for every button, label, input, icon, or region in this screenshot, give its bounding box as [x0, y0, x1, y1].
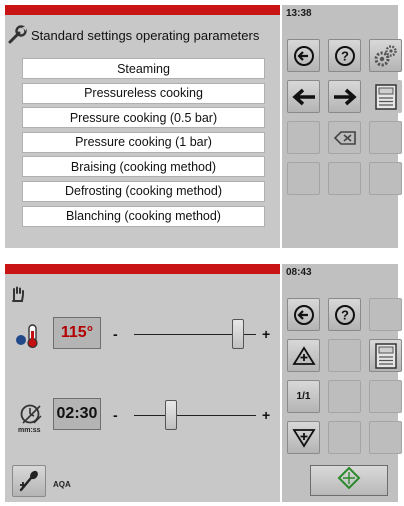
back-button[interactable]	[287, 298, 320, 331]
empty-slot	[328, 380, 361, 413]
duration-increase[interactable]: +	[262, 407, 270, 423]
duration-slider-handle[interactable]	[164, 400, 177, 430]
arrow-left-icon	[291, 87, 317, 107]
temperature-increase[interactable]: +	[262, 326, 270, 342]
next-button[interactable]	[328, 80, 361, 113]
temperature-value-text: 115°	[60, 324, 94, 341]
menu-item-pressure-cooking-05-bar[interactable]: Pressure cooking (0.5 bar)	[22, 107, 265, 129]
start-button[interactable]	[310, 465, 388, 496]
empty-slot	[369, 380, 402, 413]
help-button[interactable]: ?	[328, 39, 361, 72]
probe-label: AQA	[53, 480, 71, 489]
empty-slot	[287, 121, 320, 154]
back-arrow-icon	[293, 45, 315, 67]
empty-slot	[328, 339, 361, 372]
empty-slot	[369, 162, 402, 195]
decrease-button[interactable]	[287, 421, 320, 454]
header-bar	[5, 5, 280, 15]
duration-value-text: 02:30	[56, 405, 98, 422]
backspace-icon	[333, 130, 357, 146]
save-icon	[374, 342, 398, 370]
temperature-slider-handle[interactable]	[231, 319, 244, 349]
arrow-right-icon	[332, 87, 358, 107]
portion-button[interactable]: 1/1	[287, 380, 320, 413]
increase-button[interactable]	[287, 339, 320, 372]
empty-slot	[328, 421, 361, 454]
empty-slot	[328, 162, 361, 195]
duration-decrease[interactable]: -	[113, 407, 118, 423]
duration-slider-track[interactable]	[134, 415, 256, 416]
menu-item-pressureless-cooking[interactable]: Pressureless cooking	[22, 82, 265, 104]
previous-button[interactable]	[287, 80, 320, 113]
menu-item-defrosting[interactable]: Defrosting (cooking method)	[22, 180, 265, 202]
button-panel: 13:38 ?	[282, 5, 402, 248]
page-title-text: Standard settings operating parameters	[31, 27, 260, 43]
clock: 08:43	[286, 267, 312, 278]
menu-item-braising[interactable]: Braising (cooking method)	[22, 156, 265, 178]
start-icon	[337, 466, 361, 495]
menu-item-blanching[interactable]: Blanching (cooking method)	[22, 205, 265, 227]
increase-icon	[291, 345, 316, 366]
temperature-decrease[interactable]: -	[113, 326, 118, 342]
back-button[interactable]	[287, 39, 320, 72]
hand-icon	[11, 286, 25, 307]
menu-item-steaming[interactable]: Steaming	[22, 58, 265, 79]
delete-button[interactable]	[328, 121, 361, 154]
decrease-icon	[291, 428, 316, 448]
program-main-panel: 115° - + mm:ss 02:30 - + AQA	[5, 264, 280, 502]
wrench-icon	[7, 25, 29, 45]
empty-slot	[369, 121, 402, 154]
probe-add-button[interactable]	[12, 465, 46, 497]
save-icon	[374, 83, 398, 111]
header-bar	[5, 264, 280, 274]
svg-text:?: ?	[341, 307, 349, 322]
probe-add-icon	[17, 469, 41, 493]
settings-screen: Standard settings operating parameters S…	[5, 5, 402, 248]
parameter-menu: Steaming Pressureless cooking Pressure c…	[22, 58, 265, 230]
settings-button[interactable]	[369, 39, 402, 72]
button-panel: 08:43 ? 1/1	[282, 264, 402, 502]
help-icon: ?	[334, 304, 356, 326]
duration-value[interactable]: 02:30	[53, 398, 101, 430]
program-screen: 115° - + mm:ss 02:30 - + AQA 08:43 ? 1/1	[5, 264, 402, 502]
save-button[interactable]	[369, 339, 402, 372]
help-icon: ?	[334, 45, 356, 67]
back-arrow-icon	[293, 304, 315, 326]
empty-slot	[369, 421, 402, 454]
clock: 13:38	[286, 8, 312, 19]
duration-unit: mm:ss	[18, 427, 41, 434]
help-button[interactable]: ?	[328, 298, 361, 331]
empty-slot	[369, 298, 402, 331]
svg-text:?: ?	[341, 48, 349, 63]
settings-main-panel: Standard settings operating parameters S…	[5, 5, 280, 248]
page-title: Standard settings operating parameters	[7, 24, 279, 46]
gears-icon	[373, 43, 399, 69]
thermometer-icon	[15, 323, 45, 354]
save-button[interactable]	[369, 80, 402, 113]
portion-label: 1/1	[296, 391, 311, 402]
empty-slot	[287, 162, 320, 195]
temperature-value[interactable]: 115°	[53, 317, 101, 349]
menu-item-pressure-cooking-1-bar[interactable]: Pressure cooking (1 bar)	[22, 131, 265, 153]
